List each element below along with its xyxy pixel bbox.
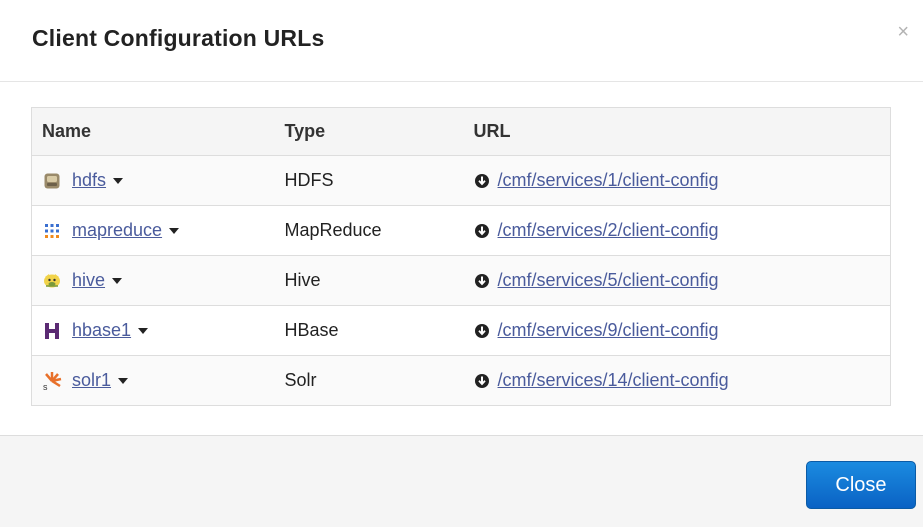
hbase-icon <box>42 321 62 341</box>
close-button[interactable]: Close <box>806 461 916 509</box>
chevron-down-icon[interactable] <box>169 227 180 234</box>
modal-body: Name Type URL hdfs HDFS /cmf/services/1/… <box>0 83 923 435</box>
header-url: URL <box>463 107 891 156</box>
service-link-mapreduce[interactable]: mapreduce <box>72 220 162 241</box>
header-type: Type <box>274 107 464 156</box>
url-cell: /cmf/services/1/client-config <box>463 155 891 206</box>
chevron-down-icon[interactable] <box>112 277 123 284</box>
modal-footer: Close <box>0 435 923 527</box>
client-config-link[interactable]: /cmf/services/1/client-config <box>498 170 719 191</box>
service-link-solr1[interactable]: solr1 <box>72 370 111 391</box>
name-cell: s solr1 <box>31 355 275 406</box>
modal-header: Client Configuration URLs × <box>0 0 923 82</box>
table-row: s solr1 Solr /cmf/services/14/client-con… <box>31 355 891 406</box>
client-config-link[interactable]: /cmf/services/9/client-config <box>498 320 719 341</box>
hive-icon <box>42 271 62 291</box>
svg-text:s: s <box>43 382 48 391</box>
download-icon <box>474 373 490 389</box>
type-cell: HBase <box>274 305 464 356</box>
mapreduce-icon <box>42 221 62 241</box>
chevron-down-icon[interactable] <box>113 177 124 184</box>
table-header-row: Name Type URL <box>31 107 891 156</box>
download-icon <box>474 273 490 289</box>
name-cell: hive <box>31 255 275 306</box>
type-cell: Solr <box>274 355 464 406</box>
name-cell: hdfs <box>31 155 275 206</box>
service-link-hbase1[interactable]: hbase1 <box>72 320 131 341</box>
name-cell: hbase1 <box>31 305 275 356</box>
close-icon[interactable]: × <box>897 22 909 42</box>
solr-icon: s <box>42 371 62 391</box>
table-row: hbase1 HBase /cmf/services/9/client-conf… <box>31 305 891 356</box>
type-cell: HDFS <box>274 155 464 206</box>
header-name: Name <box>31 107 275 156</box>
download-icon <box>474 173 490 189</box>
hdfs-icon <box>42 171 62 191</box>
service-link-hive[interactable]: hive <box>72 270 105 291</box>
type-cell: Hive <box>274 255 464 306</box>
chevron-down-icon[interactable] <box>138 327 149 334</box>
download-icon <box>474 323 490 339</box>
client-config-table: Name Type URL hdfs HDFS /cmf/services/1/… <box>31 107 891 406</box>
url-cell: /cmf/services/9/client-config <box>463 305 891 356</box>
service-link-hdfs[interactable]: hdfs <box>72 170 106 191</box>
client-config-link[interactable]: /cmf/services/14/client-config <box>498 370 729 391</box>
url-cell: /cmf/services/14/client-config <box>463 355 891 406</box>
client-config-link[interactable]: /cmf/services/5/client-config <box>498 270 719 291</box>
name-cell: mapreduce <box>31 205 275 256</box>
type-cell: MapReduce <box>274 205 464 256</box>
client-config-link[interactable]: /cmf/services/2/client-config <box>498 220 719 241</box>
download-icon <box>474 223 490 239</box>
url-cell: /cmf/services/2/client-config <box>463 205 891 256</box>
table-row: hive Hive /cmf/services/5/client-config <box>31 255 891 306</box>
table-row: mapreduce MapReduce /cmf/services/2/clie… <box>31 205 891 256</box>
chevron-down-icon[interactable] <box>118 377 129 384</box>
url-cell: /cmf/services/5/client-config <box>463 255 891 306</box>
dialog-title: Client Configuration URLs <box>32 25 325 51</box>
table-row: hdfs HDFS /cmf/services/1/client-config <box>31 155 891 206</box>
